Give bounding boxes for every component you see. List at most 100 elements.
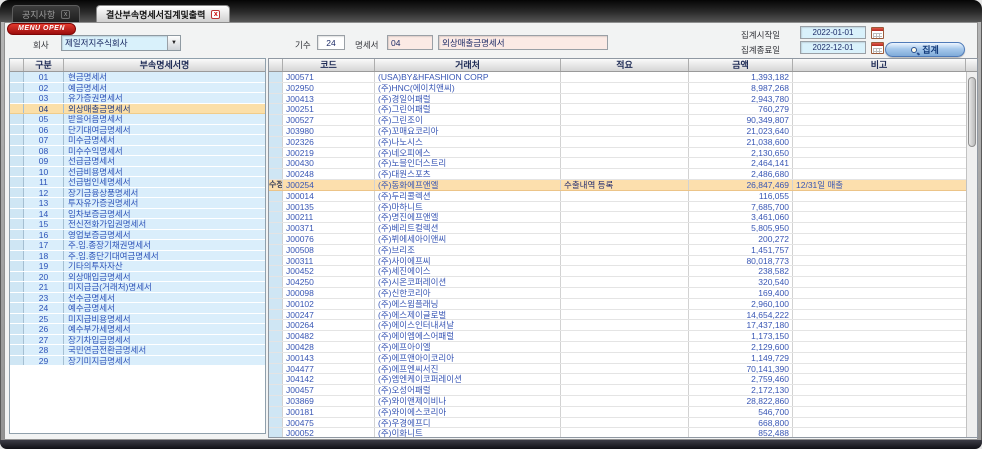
list-item[interactable]: 17주.임.종장기채권명세서 [10,240,265,251]
list-item[interactable]: 20외상매입금명세서 [10,272,265,283]
table-row[interactable]: J00135(주)마하니트7,685,700 [269,202,966,213]
list-item[interactable]: 18주.임.종단기대여금명세서 [10,251,265,262]
scrollbar-thumb[interactable] [968,77,976,147]
list-item[interactable]: 23선수금명세서 [10,293,265,304]
table-row[interactable]: J04142(주)엠엔케이코퍼레이션2,759,460 [269,374,966,385]
row-code: 25 [24,314,64,324]
table-row[interactable]: J00264(주)에이스인터내셔날17,437,180 [269,320,966,331]
list-item[interactable]: 05받을어음명세서 [10,114,265,125]
content-area: 회사 제일저지주식회사 ▼ 기수 명세서 집계시작일 집계종료일 집계 구분 부… [4,22,978,440]
table-row[interactable]: J04477(주)에프엔씨서진70,141,390 [269,364,966,375]
table-row[interactable]: 수정J00254(주)동화에프앤엘수출내역 등록26,847,46912/31일… [269,180,966,191]
row-status [269,374,283,384]
table-row[interactable]: J02326(주)나노시스21,038,600 [269,137,966,148]
list-item[interactable]: 03유가증권명세서 [10,93,265,104]
cell-code: J00527 [283,115,375,125]
list-item[interactable]: 25미지급비용명세서 [10,314,265,325]
start-date-input[interactable] [800,26,866,39]
list-item[interactable]: 15전신전화가입권명세서 [10,219,265,230]
table-row[interactable]: J00457(주)오성어패럴2,172,130 [269,385,966,396]
cell-description [561,342,689,352]
table-row[interactable]: J00508(주)브리조1,451,757 [269,245,966,256]
list-item[interactable]: 26예수부가세명세서 [10,324,265,335]
calendar-icon[interactable] [871,42,884,54]
vertical-scrollbar[interactable] [966,72,977,437]
table-row[interactable]: J04250(주)시온코퍼레이션320,540 [269,277,966,288]
list-item[interactable]: 10선급비용명세서 [10,167,265,178]
aggregate-button[interactable]: 집계 [885,42,965,57]
cell-code: J00211 [283,212,375,222]
list-item[interactable]: 07미수금명세서 [10,135,265,146]
list-item[interactable]: 29장기미지급명세서 [10,356,265,367]
table-row[interactable]: J00428(주)에프아이엘2,129,600 [269,342,966,353]
list-item[interactable]: 21미지급금(거래처)명세서 [10,282,265,293]
list-item[interactable]: 01현금명세서 [10,72,265,83]
cell-code: J04477 [283,364,375,374]
end-date-input[interactable] [800,41,866,54]
list-item[interactable]: 11선급법인세명세서 [10,177,265,188]
cell-customer: (주)사이에프씨 [375,256,561,266]
cell-amount: 5,805,950 [689,223,793,233]
period-input[interactable] [317,35,345,50]
list-item[interactable]: 09선급금명세서 [10,156,265,167]
table-row[interactable]: J00102(주)에스윔플래닝2,960,100 [269,299,966,310]
end-date-label: 집계종료일 [741,44,780,56]
table-row[interactable]: J00482(주)에이엠에스어패럴1,173,150 [269,331,966,342]
list-item[interactable]: 28국민연금전환금명세서 [10,345,265,356]
table-row[interactable]: J00052(주)이화니트852,488 [269,428,966,437]
table-row[interactable]: J00311(주)사이에프씨80,018,773 [269,256,966,267]
close-icon[interactable]: x [61,10,70,19]
row-indicator [10,261,24,271]
table-row[interactable]: J00527(주)그린조이90,349,807 [269,115,966,126]
statement-code-input[interactable] [387,35,433,50]
row-status [269,223,283,233]
list-item[interactable]: 04외상매출금명세서 [10,104,265,115]
table-row[interactable]: J00181(주)와이에스코리아546,700 [269,407,966,418]
table-row[interactable]: J03869(주)와이앤제이비나28,822,860 [269,396,966,407]
company-select[interactable]: 제일저지주식회사 ▼ [61,35,181,51]
cell-amount: 1,393,182 [689,72,793,82]
table-row[interactable]: J00076(주)뷔에세아이앤씨200,272 [269,234,966,245]
list-item[interactable]: 02예금명세서 [10,83,265,94]
list-item[interactable]: 08미수수익명세서 [10,146,265,157]
table-row[interactable]: J00014(주)두리콜렉션116,055 [269,191,966,202]
row-indicator [10,293,24,303]
cell-note [793,148,966,158]
list-item[interactable]: 19기타의투자자산 [10,261,265,272]
table-row[interactable]: J00219(주)네오피에스2,130,650 [269,148,966,159]
list-item[interactable]: 16영업보증금명세서 [10,230,265,241]
table-row[interactable]: J00211(주)명진에프앤엘3,461,060 [269,212,966,223]
table-row[interactable]: J00098(주)신한코리아169,400 [269,288,966,299]
tab-report[interactable]: 결산부속명세서집계및출력 x [96,5,230,22]
table-row[interactable]: J00413(주)경일어패럴2,943,780 [269,94,966,105]
list-item[interactable]: 14임차보증금명세서 [10,209,265,220]
table-row[interactable]: J00452(주)세진에이스238,582 [269,266,966,277]
menu-open-badge[interactable]: MENU OPEN [7,23,76,35]
cell-customer: (주)경일어패럴 [375,94,561,104]
title-bar: 공지사항 x 결산부속명세서집계및출력 x [0,0,982,22]
table-row[interactable]: J02950(주)HNC(에이치앤씨)8,987,268 [269,83,966,94]
close-icon[interactable]: x [211,10,220,19]
cell-customer: (주)마하니트 [375,202,561,212]
table-row[interactable]: J00248(주)대원스포츠2,486,680 [269,169,966,180]
tab-notice[interactable]: 공지사항 x [12,5,80,22]
table-row[interactable]: J00251(주)그린어패럴760,279 [269,104,966,115]
list-item[interactable]: 12장기금융상품명세서 [10,188,265,199]
list-item[interactable]: 13투자유가증권명세서 [10,198,265,209]
list-item[interactable]: 27장기차입금명세서 [10,335,265,346]
aggregate-button-label: 집계 [922,43,939,56]
calendar-icon[interactable] [871,27,884,39]
table-row[interactable]: J00475(주)우경에프디668,800 [269,418,966,429]
list-item[interactable]: 24예수금명세서 [10,303,265,314]
table-row[interactable]: J03980(주)꼬매요코리아21,023,640 [269,126,966,137]
table-row[interactable]: J00143(주)에프앤아이코리아1,149,729 [269,353,966,364]
list-item[interactable]: 06단기대여금명세서 [10,125,265,136]
cell-customer: (주)노블인더스트리 [375,158,561,168]
table-row[interactable]: J00430(주)노블인더스트리2,464,141 [269,158,966,169]
statement-name-input[interactable] [438,35,608,50]
table-row[interactable]: J00571(USA)BY&HFASHION CORP1,393,182 [269,72,966,83]
cell-description [561,310,689,320]
table-row[interactable]: J00371(주)베리트컬렉션5,805,950 [269,223,966,234]
row-code: 09 [24,156,64,166]
table-row[interactable]: J00247(주)에스제이글로벌14,654,222 [269,310,966,321]
